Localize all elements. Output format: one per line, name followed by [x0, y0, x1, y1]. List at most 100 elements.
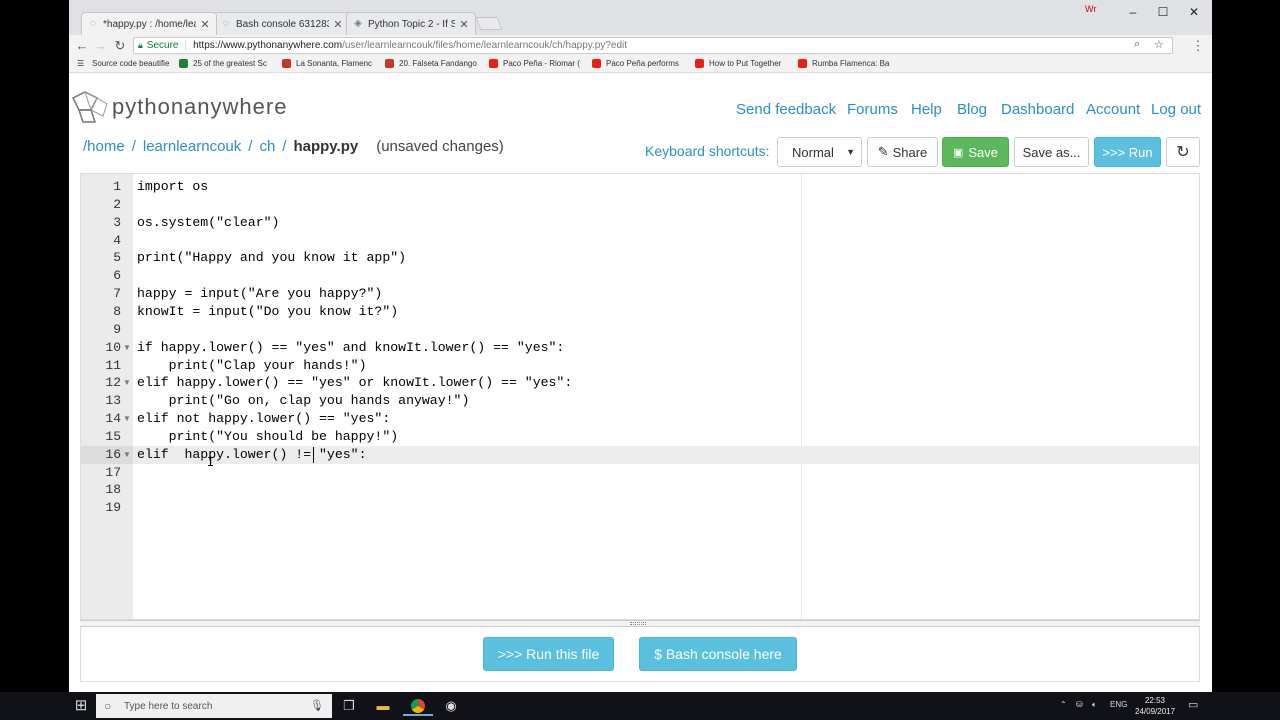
- nav-send-feedback[interactable]: Send feedback: [736, 101, 836, 118]
- code-line[interactable]: print("Happy and you know it app"): [137, 249, 406, 267]
- bookmark-item[interactable]: La Sonanta, Flamenc: [282, 59, 372, 68]
- bookmark-item[interactable]: Paco Peña performs: [592, 59, 679, 68]
- new-tab-button[interactable]: [475, 17, 503, 30]
- editor-resize-handle[interactable]: [80, 620, 1200, 627]
- pythonanywhere-logo[interactable]: pythonanywhere: [69, 88, 287, 126]
- text-cursor: [313, 446, 314, 463]
- apps-icon[interactable]: ☰: [77, 59, 84, 68]
- youtube-icon: [489, 59, 498, 68]
- maximize-icon[interactable]: ☐: [1148, 2, 1178, 22]
- bookmark-label: How to Put Together: [709, 59, 782, 68]
- keyboard-shortcuts-label: Keyboard shortcuts:: [645, 143, 770, 159]
- line-number: 3: [113, 214, 121, 230]
- close-icon[interactable]: ✕: [459, 18, 469, 31]
- profile-button[interactable]: Wr: [1085, 4, 1096, 14]
- code-line[interactable]: import os: [137, 178, 208, 196]
- close-window-icon[interactable]: ✕: [1179, 2, 1209, 22]
- volume-icon[interactable]: 🔈︎: [1092, 700, 1097, 710]
- reload-icon[interactable]: ↻: [111, 37, 129, 54]
- nav-log-out[interactable]: Log out: [1151, 101, 1201, 118]
- back-icon[interactable]: ←: [73, 37, 91, 54]
- bookmark-label: La Sonanta, Flamenc: [296, 59, 373, 68]
- nav-help[interactable]: Help: [911, 101, 942, 118]
- bottom-panel: >>> Run this file $ Bash console here: [80, 627, 1200, 682]
- share-button[interactable]: ✎ Share: [867, 137, 938, 167]
- keyboard-mode-select[interactable]: Normal ▼: [777, 137, 862, 167]
- forward-icon[interactable]: →: [91, 37, 109, 54]
- browser-toolbar: ← → ↻ 🔒︎ Secure | https://www.pythonanyw…: [69, 35, 1212, 56]
- refresh-icon[interactable]: ↻: [1166, 137, 1200, 167]
- fold-toggle-icon[interactable]: ▼: [123, 374, 131, 392]
- language-indicator[interactable]: ENG: [1110, 700, 1127, 709]
- divider: |: [184, 40, 188, 51]
- tab-bash-console[interactable]: ◌ Bash console 6312830 : l ✕: [214, 12, 350, 35]
- bash-console-here-button[interactable]: $ Bash console here: [639, 637, 797, 671]
- run-this-file-button[interactable]: >>> Run this file: [483, 637, 614, 671]
- nav-account[interactable]: Account: [1086, 101, 1140, 118]
- url-host: https://www.pythonanywhere.com: [193, 40, 343, 51]
- breadcrumb-user[interactable]: learnlearncouk: [143, 138, 241, 155]
- save-as-label: Save as...: [1022, 144, 1081, 160]
- notifications-icon[interactable]: ▭: [1188, 698, 1198, 711]
- code-line[interactable]: elif happy.lower() != "yes":: [137, 446, 367, 464]
- save-as-button[interactable]: Save as...: [1014, 137, 1089, 167]
- code-editor[interactable]: 1 import os 2 3 os.system("clear") 4 5 print("H…: [80, 173, 1200, 620]
- breadcrumb-folder[interactable]: ch: [259, 138, 275, 155]
- code-line[interactable]: print("You should be happy!"): [137, 428, 399, 446]
- line-number: 19: [105, 500, 121, 516]
- code-line[interactable]: happy = input("Are you happy?"): [137, 285, 382, 303]
- address-bar[interactable]: 🔒︎ Secure | https://www.pythonanywhere.c…: [133, 37, 1173, 54]
- code-line[interactable]: knowIt = input("Do you know it?"): [137, 303, 398, 321]
- bookmark-item[interactable]: Source code beautifie: [92, 59, 169, 68]
- nav-forums[interactable]: Forums: [847, 101, 898, 118]
- code-line[interactable]: if happy.lower() == "yes" and knowIt.low…: [137, 339, 564, 357]
- bookmark-label: 25 of the greatest Sc: [193, 59, 267, 68]
- fold-toggle-icon[interactable]: ▼: [123, 410, 131, 428]
- breadcrumb-home[interactable]: /home: [83, 138, 125, 155]
- line-number: 7: [113, 286, 121, 302]
- clock[interactable]: 22:53 24/09/2017: [1135, 695, 1175, 717]
- line-number: 5: [113, 250, 121, 266]
- chrome-icon[interactable]: [403, 696, 433, 716]
- bookmark-item[interactable]: How to Put Together: [695, 59, 781, 68]
- task-view-icon[interactable]: ❐: [334, 696, 364, 716]
- bookmark-item[interactable]: Rumba Flamenca: Ba: [798, 59, 889, 68]
- tab-happy-py[interactable]: ◌ *happy.py : /home/learnl ✕: [81, 12, 217, 35]
- print-margin: [801, 174, 802, 619]
- nav-dashboard[interactable]: Dashboard: [1001, 101, 1074, 118]
- star-icon[interactable]: ☆: [1154, 38, 1164, 51]
- bookmark-item[interactable]: Paco Peña - Riomar (: [489, 59, 580, 68]
- windows-start-icon[interactable]: ⊞: [66, 696, 96, 716]
- code-line[interactable]: os.system("clear"): [137, 214, 279, 232]
- browser-window: ◌ *happy.py : /home/learnl ✕ ◌ Bash cons…: [69, 0, 1212, 692]
- network-icon[interactable]: ⛁: [1076, 700, 1083, 709]
- app-icon[interactable]: ◉: [436, 696, 466, 716]
- microphone-icon[interactable]: 🎙︎: [310, 699, 324, 712]
- bookmark-item[interactable]: 25 of the greatest Sc: [179, 59, 267, 68]
- unsaved-status: (unsaved changes): [376, 138, 504, 155]
- chevron-down-icon: ▼: [846, 147, 855, 157]
- close-icon[interactable]: ✕: [200, 18, 210, 31]
- fold-toggle-icon[interactable]: ▼: [123, 446, 131, 464]
- loading-icon: ◌: [90, 18, 96, 29]
- bookmark-label: Paco Peña - Riomar (: [503, 59, 580, 68]
- close-icon[interactable]: ✕: [333, 18, 343, 31]
- code-line[interactable]: print("Go on, clap you hands anyway!"): [137, 392, 470, 410]
- nav-blog[interactable]: Blog: [957, 101, 987, 118]
- zoom-icon[interactable]: ⌕: [1134, 38, 1140, 51]
- code-line[interactable]: elif happy.lower() == "yes" or knowIt.lo…: [137, 374, 572, 392]
- tray-chevron-icon[interactable]: ⌃: [1060, 700, 1067, 709]
- code-line[interactable]: print("Clap your hands!"): [137, 357, 367, 375]
- code-line[interactable]: elif not happy.lower() == "yes":: [137, 410, 390, 428]
- save-button[interactable]: ▣ Save: [942, 137, 1009, 167]
- bookmark-item[interactable]: 20. Falseta Fandango: [385, 59, 477, 68]
- file-explorer-icon[interactable]: ▬: [368, 696, 398, 716]
- run-button[interactable]: >>> Run: [1094, 137, 1161, 167]
- line-number: 15: [105, 428, 121, 444]
- taskbar-search[interactable]: ○ Type here to search 🎙︎: [96, 694, 332, 718]
- menu-icon[interactable]: ⋮: [1189, 37, 1207, 54]
- minimize-icon[interactable]: –: [1118, 2, 1148, 22]
- fold-toggle-icon[interactable]: ▼: [123, 339, 131, 357]
- tab-strip: ◌ *happy.py : /home/learnl ✕ ◌ Bash cons…: [69, 0, 1212, 35]
- tab-python-topic[interactable]: ◈ Python Topic 2 - If Statem ✕: [346, 12, 476, 35]
